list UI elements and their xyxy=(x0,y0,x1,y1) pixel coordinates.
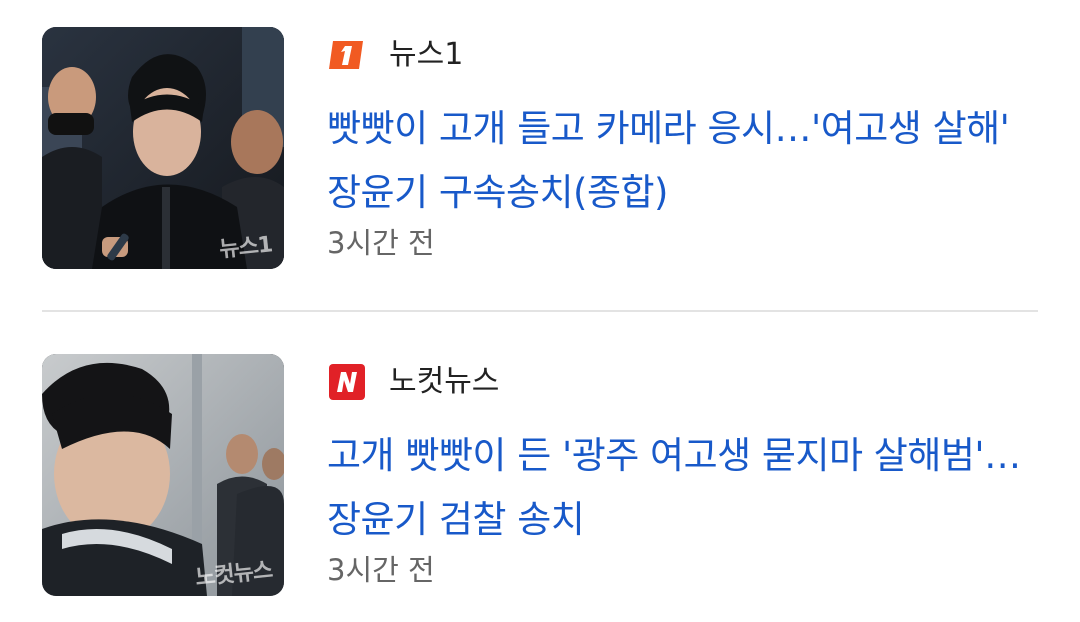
news-list: 뉴스1 뉴스1 빳빳이 고개 들고 카메라 응시…'여고생 살해' 장윤기 구속… xyxy=(0,0,1080,622)
article-thumbnail[interactable]: 뉴스1 xyxy=(42,27,284,269)
article-thumbnail[interactable]: 노컷뉴스 xyxy=(42,354,284,596)
divider xyxy=(42,310,1038,312)
thumbnail-watermark: 뉴스1 xyxy=(218,232,274,263)
article-timestamp: 3시간 전 xyxy=(327,553,435,587)
news-item[interactable]: 뉴스1 뉴스1 빳빳이 고개 들고 카메라 응시…'여고생 살해' 장윤기 구속… xyxy=(42,27,1038,269)
article-headline[interactable]: 빳빳이 고개 들고 카메라 응시…'여고생 살해' 장윤기 구속송치(종합) xyxy=(327,97,1038,225)
news1-logo-icon xyxy=(327,35,367,75)
source-name[interactable]: 뉴스1 xyxy=(389,35,463,75)
article-timestamp: 3시간 전 xyxy=(327,226,435,260)
article-headline[interactable]: 고개 빳빳이 든 '광주 여고생 묻지마 살해범'…장윤기 검찰 송치 xyxy=(327,424,1038,552)
source-name[interactable]: 노컷뉴스 xyxy=(389,362,499,402)
news-item[interactable]: 노컷뉴스 노컷뉴스 고개 빳빳이 든 '광주 여고생 묻지마 살해범'…장윤기 … xyxy=(42,354,1038,596)
article-content: 뉴스1 빳빳이 고개 들고 카메라 응시…'여고생 살해' 장윤기 구속송치(종… xyxy=(327,27,1038,269)
nocut-logo-icon xyxy=(327,362,367,402)
source-row: 노컷뉴스 xyxy=(327,362,499,402)
source-row: 뉴스1 xyxy=(327,35,463,75)
article-content: 노컷뉴스 고개 빳빳이 든 '광주 여고생 묻지마 살해범'…장윤기 검찰 송치… xyxy=(327,354,1038,596)
